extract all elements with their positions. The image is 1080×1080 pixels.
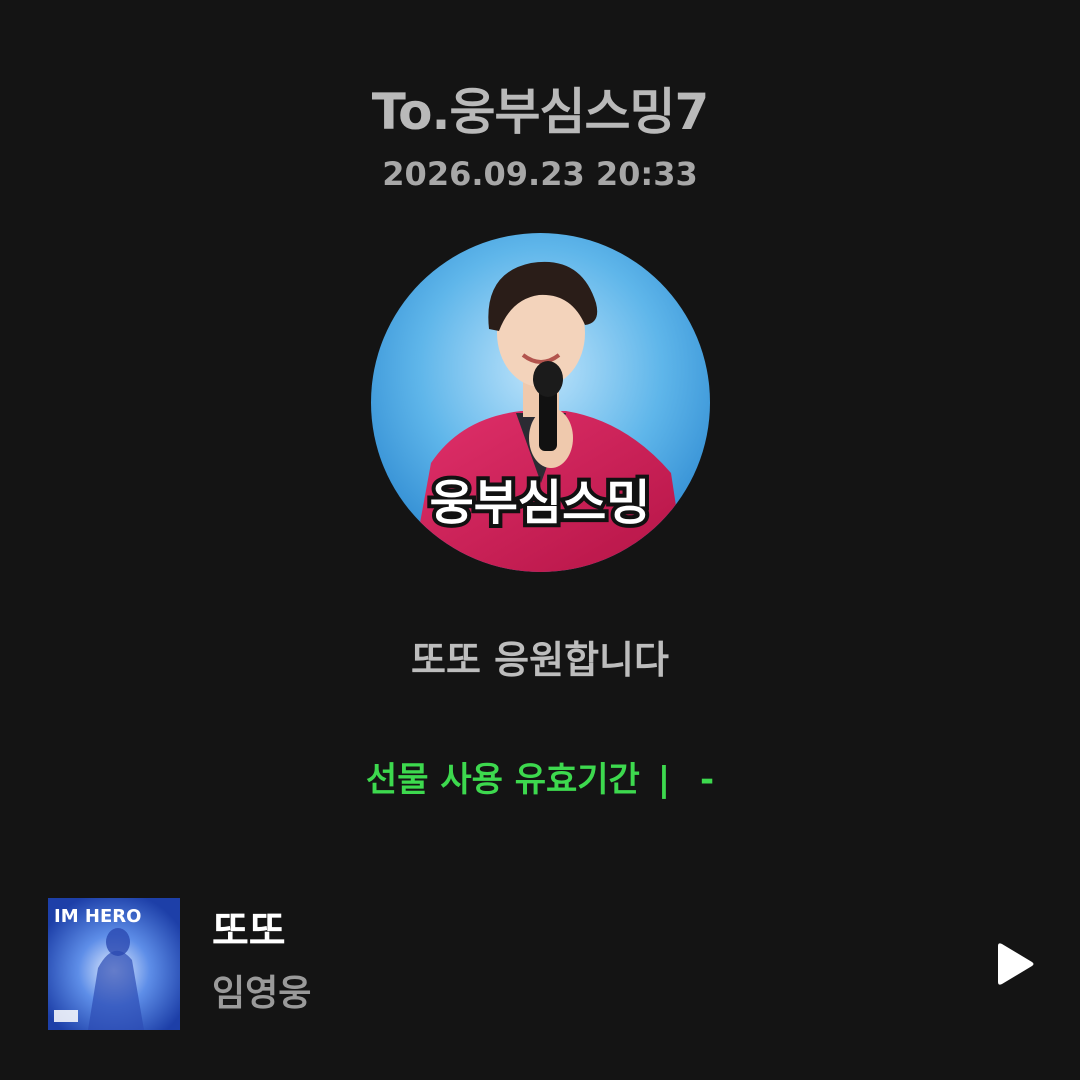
album-art: IM HERO <box>48 898 180 1030</box>
validity-separator: | <box>657 760 671 800</box>
album-title-text: IM HERO <box>54 906 141 927</box>
track-artist: 임영웅 <box>212 973 312 1014</box>
gift-timestamp: 2026.09.23 20:33 <box>382 155 698 193</box>
play-icon <box>998 943 1034 985</box>
avatar-caption: 웅부심스밍 <box>430 475 651 531</box>
validity-period: 선물 사용 유효기간 | - <box>0 752 1080 808</box>
avatar: 웅부심스밍 <box>371 233 710 572</box>
gift-header: To.웅부심스밍7 2026.09.23 20:33 <box>0 82 1080 194</box>
validity-label: 선물 사용 유효기간 <box>365 760 640 800</box>
play-button[interactable] <box>996 940 1038 988</box>
gift-message: 또또 응원합니다 <box>411 638 669 682</box>
validity-value: - <box>699 760 715 800</box>
track-title: 또또 <box>212 908 286 954</box>
track-item[interactable]: IM HERO 또또 임영웅 <box>48 898 1038 1030</box>
recipient-name: To.웅부심스밍7 <box>371 83 710 141</box>
avatar-photo: 웅부심스밍 <box>371 233 710 572</box>
